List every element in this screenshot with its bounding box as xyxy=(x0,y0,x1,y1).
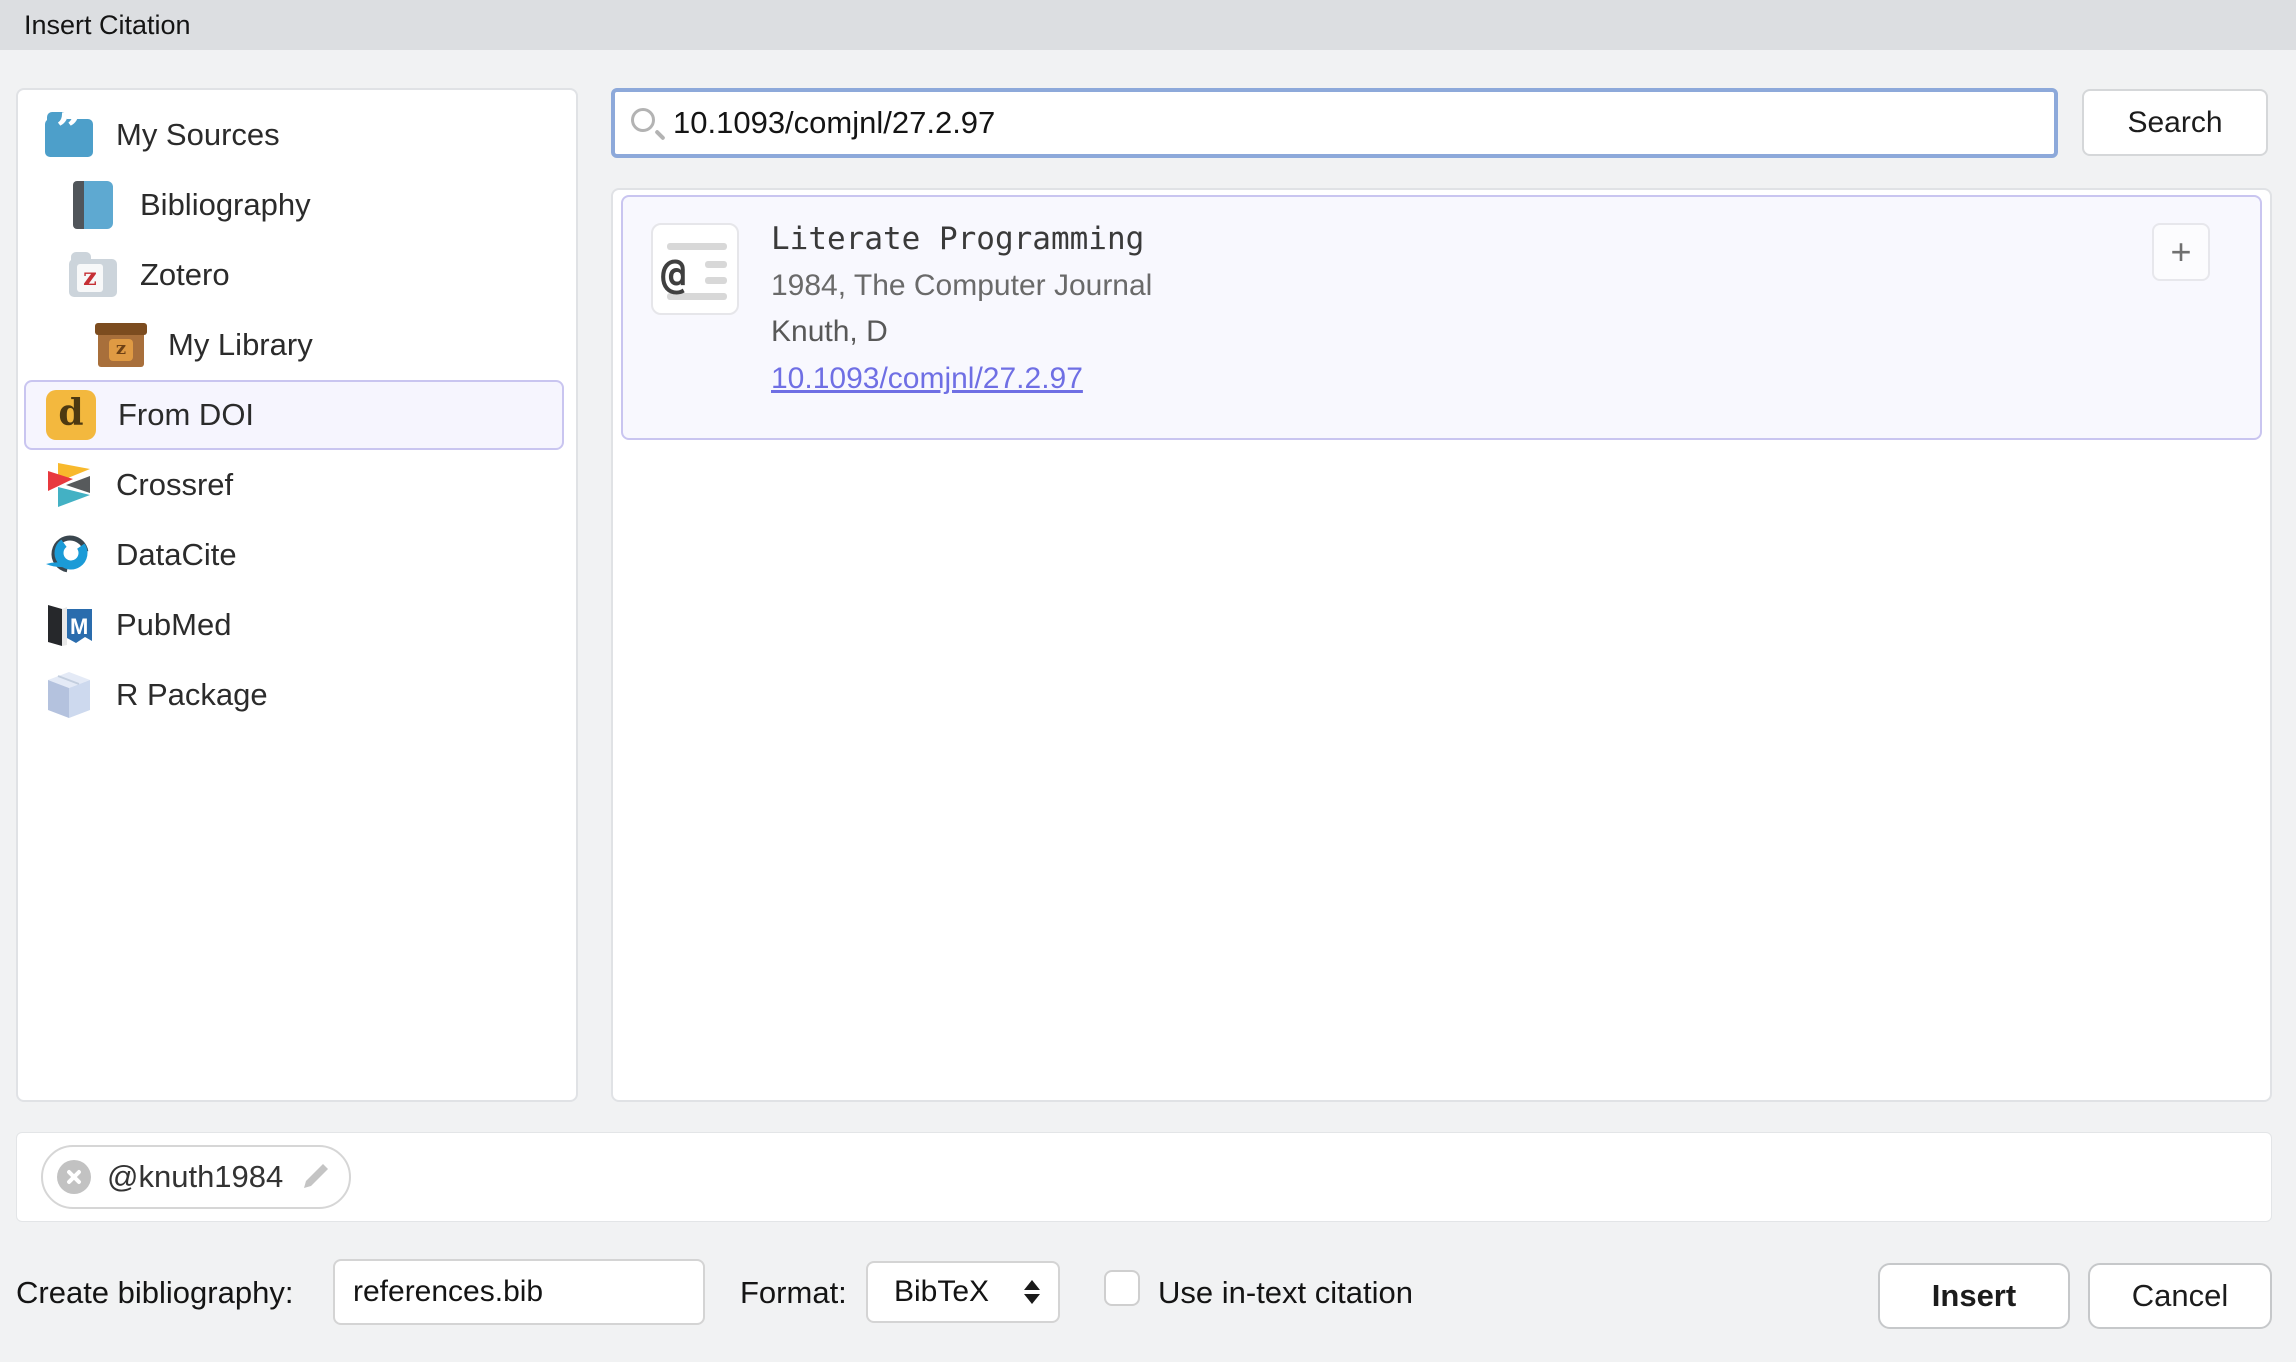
add-citation-button[interactable]: + xyxy=(2152,223,2210,281)
page-title: Insert Citation xyxy=(24,10,191,41)
datacite-icon xyxy=(44,530,94,580)
result-title: Literate Programming xyxy=(771,221,1152,257)
format-select[interactable]: BibTeX xyxy=(866,1261,1060,1323)
sidebar-item-my-sources[interactable]: My Sources xyxy=(18,100,576,170)
edit-tag-icon[interactable] xyxy=(299,1162,329,1192)
sidebar-item-datacite[interactable]: DataCite xyxy=(18,520,576,590)
insert-button[interactable]: Insert xyxy=(1878,1263,2070,1329)
search-input[interactable] xyxy=(673,92,2044,154)
pubmed-icon: M xyxy=(44,600,94,650)
result-card-selected[interactable]: Literate Programming 1984, The Computer … xyxy=(621,195,2262,440)
sidebar-item-my-library[interactable]: My Library xyxy=(18,310,576,380)
citation-tag[interactable]: @knuth1984 xyxy=(41,1145,351,1209)
sidebar-item-bibliography[interactable]: Bibliography xyxy=(18,170,576,240)
bibliography-book-icon xyxy=(68,180,118,230)
doi-search-box xyxy=(611,88,2058,158)
sidebar-item-pubmed[interactable]: M PubMed xyxy=(18,590,576,660)
format-label: Format: xyxy=(740,1275,847,1311)
zotero-library-icon xyxy=(96,320,146,370)
crossref-icon xyxy=(44,460,94,510)
remove-tag-icon[interactable] xyxy=(57,1160,91,1194)
zotero-folder-icon xyxy=(68,250,118,300)
sidebar-item-from-doi[interactable]: From DOI xyxy=(24,380,564,450)
result-authors: Knuth, D xyxy=(771,315,1152,349)
insert-citation-dialog: Insert Citation My Sources Bibliography … xyxy=(0,0,2296,1362)
bibliography-filename-input[interactable] xyxy=(333,1259,705,1325)
use-intext-citation-checkbox[interactable] xyxy=(1104,1270,1140,1306)
citation-entry-icon xyxy=(651,223,739,315)
use-intext-citation-label: Use in-text citation xyxy=(1158,1275,1413,1311)
results-panel: Literate Programming 1984, The Computer … xyxy=(611,188,2272,1102)
search-button[interactable]: Search xyxy=(2082,89,2268,156)
r-package-icon xyxy=(44,670,94,720)
result-doi-link[interactable]: 10.1093/comjnl/27.2.97 xyxy=(771,362,1152,396)
sidebar-item-r-package[interactable]: R Package xyxy=(18,660,576,730)
sidebar-item-zotero[interactable]: Zotero xyxy=(18,240,576,310)
dialog-titlebar: Insert Citation xyxy=(0,0,2296,50)
citation-tag-bar: @knuth1984 xyxy=(16,1132,2272,1222)
select-arrows-icon xyxy=(1024,1280,1040,1304)
create-bibliography-label: Create bibliography: xyxy=(16,1275,293,1311)
citation-tag-label: @knuth1984 xyxy=(107,1159,283,1195)
cancel-button[interactable]: Cancel xyxy=(2088,1263,2272,1329)
sources-folder-icon xyxy=(44,110,94,160)
format-selected-value: BibTeX xyxy=(894,1275,989,1309)
search-icon xyxy=(631,108,655,132)
doi-icon xyxy=(46,390,96,440)
result-year-journal: 1984, The Computer Journal xyxy=(771,269,1152,303)
sources-sidebar: My Sources Bibliography Zotero My Librar… xyxy=(16,88,578,1102)
svg-text:M: M xyxy=(70,614,88,639)
sidebar-item-crossref[interactable]: Crossref xyxy=(18,450,576,520)
result-text-block: Literate Programming 1984, The Computer … xyxy=(771,221,1152,396)
